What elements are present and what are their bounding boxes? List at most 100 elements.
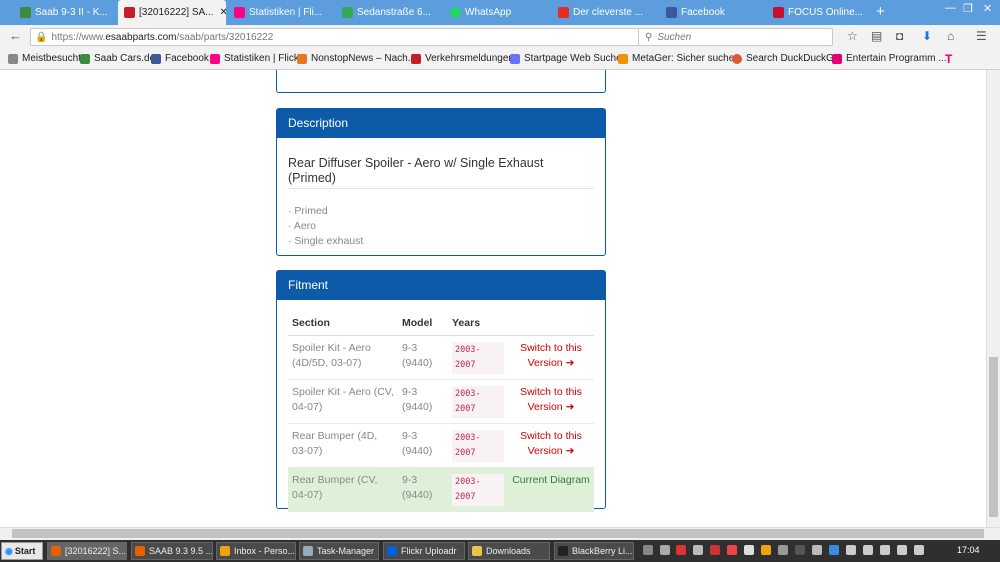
part-title: Rear Diffuser Spoiler - Aero w/ Single E… <box>288 156 594 189</box>
outlook-icon[interactable] <box>761 545 771 555</box>
flag-icon <box>80 53 90 64</box>
taskbar-item[interactable]: BlackBerry Li... <box>554 542 634 560</box>
browser-tab[interactable]: Saab 9-3 II - K... <box>14 2 114 23</box>
traffic-icon <box>411 53 421 64</box>
reading-list-icon[interactable]: ▤ <box>871 29 882 43</box>
network-icon[interactable] <box>812 545 822 555</box>
download-icon[interactable]: ⬇ <box>922 29 932 43</box>
fitment-table: Section Model Years Spoiler Kit - Aero (… <box>288 313 594 512</box>
start-label: Start <box>14 546 36 556</box>
url-bar[interactable]: 🔒 https://www. esaabparts.com/saab/parts/… <box>30 28 640 46</box>
column-header: Years <box>448 313 508 336</box>
close-tab-icon[interactable]: ✕ <box>214 7 226 18</box>
flickr-icon <box>210 53 220 64</box>
bookmark-label: Startpage Web Suchen <box>524 53 628 64</box>
bookmark-item[interactable]: Search DuckDuckGo <box>732 53 839 64</box>
taskbar-item[interactable]: Flickr Uploadr <box>383 542 465 560</box>
system-tray <box>640 545 940 557</box>
browser-tab[interactable]: Der cleverste ... <box>552 2 657 23</box>
focus-icon <box>773 7 784 18</box>
bookmark-item[interactable]: Entertain Programm ... <box>832 53 947 64</box>
close-window-icon[interactable]: ✕ <box>983 2 992 15</box>
bookmark-item[interactable]: Meistbesucht <box>8 53 81 64</box>
column-header: Model <box>398 313 448 336</box>
start-button[interactable]: ◉ Start <box>1 542 43 560</box>
new-tab-icon[interactable]: + <box>876 3 885 20</box>
browser-tab-active[interactable]: [32016222] SA... ✕ <box>118 0 226 25</box>
browser-tab[interactable]: Statistiken | Fli... <box>228 2 333 23</box>
taskbar-item[interactable]: SAAB 9.3 9.5 ... <box>131 542 213 560</box>
bookmark-item[interactable]: MetaGer: Sicher suche... <box>618 53 743 64</box>
telekom-icon[interactable]: T <box>945 52 952 66</box>
switch-version-link[interactable]: Switch to this Version ➜ <box>508 423 594 468</box>
page-content: Description Rear Diffuser Spoiler - Aero… <box>0 70 986 527</box>
bookmark-item[interactable]: Verkehrsmeldungen <box>411 53 514 64</box>
antivirus-icon[interactable] <box>676 545 686 555</box>
metager-icon <box>618 53 628 64</box>
years-code: 2003-2007 <box>452 342 504 374</box>
horizontal-scroll-thumb[interactable] <box>12 529 984 538</box>
taskbar-item[interactable]: Task-Manager <box>299 542 379 560</box>
blackberry-icon[interactable] <box>795 545 805 555</box>
bookmark-label: Meistbesucht <box>22 53 81 64</box>
tray-icon[interactable] <box>727 545 737 555</box>
search-input[interactable]: ⚲ Suchen <box>638 28 833 46</box>
tray-icon[interactable] <box>643 545 653 555</box>
tray-icon[interactable] <box>880 545 890 555</box>
tray-icon[interactable] <box>710 545 720 555</box>
previous-panel-bottom <box>276 70 606 93</box>
tab-label: Der cleverste ... <box>573 7 644 18</box>
fitment-panel: Fitment Section Model Years Spoiler Kit … <box>276 270 606 512</box>
taskbar-item[interactable]: Inbox - Perso... <box>216 542 296 560</box>
bookmark-item[interactable]: Facebook <box>151 53 209 64</box>
taskbar-item[interactable]: Downloads <box>468 542 550 560</box>
table-row: Spoiler Kit - Aero (4D/5D, 03-07) 9-3 (9… <box>288 335 594 380</box>
browser-tab[interactable]: Facebook <box>660 2 765 23</box>
tray-icon[interactable] <box>744 545 754 555</box>
switch-version-link[interactable]: Switch to this Version ➜ <box>508 335 594 380</box>
years-cell: 2003-2007 <box>448 379 508 424</box>
tab-label: WhatsApp <box>465 7 512 18</box>
firefox-icon <box>135 546 145 556</box>
clock[interactable]: 17:04 <box>957 545 980 555</box>
taskbar-label: BlackBerry Li... <box>572 546 633 556</box>
pocket-icon[interactable]: ◘ <box>896 29 903 43</box>
tab-label: Sedanstraße 6... <box>357 7 431 18</box>
flag-icon[interactable] <box>863 545 873 555</box>
browser-tab[interactable]: FOCUS Online... <box>767 2 872 23</box>
menu-icon[interactable]: ☰ <box>976 29 987 43</box>
back-icon[interactable]: ← <box>9 28 22 43</box>
bookmark-label: Saab Cars.de <box>94 53 156 64</box>
maximize-icon[interactable]: ❐ <box>963 2 973 15</box>
column-header: Section <box>288 313 398 336</box>
tray-icon[interactable] <box>778 545 788 555</box>
vertical-scroll-thumb[interactable] <box>989 357 998 517</box>
speaker-icon[interactable] <box>693 545 703 555</box>
browser-tab[interactable]: WhatsApp <box>444 2 549 23</box>
minimize-icon[interactable]: — <box>945 2 956 14</box>
url-prefix: https://www. <box>51 31 106 43</box>
bookmark-item[interactable]: Startpage Web Suchen <box>510 53 627 64</box>
bookmark-item[interactable]: Statistiken | Flickr <box>210 53 302 64</box>
years-cell: 2003-2007 <box>448 423 508 468</box>
tray-icon[interactable] <box>897 545 907 555</box>
star-icon[interactable]: ☆ <box>847 29 858 43</box>
flickr-icon <box>234 7 245 18</box>
saab-icon <box>124 7 135 18</box>
bookmark-item[interactable]: Saab Cars.de <box>80 53 155 64</box>
years-code: 2003-2007 <box>452 430 504 462</box>
lock-icon: 🔒 <box>35 31 48 43</box>
bookmark-label: MetaGer: Sicher suche... <box>632 53 743 64</box>
current-diagram-label: Current Diagram <box>508 467 594 512</box>
bookmark-item[interactable]: NonstopNews – Nach... <box>297 53 416 64</box>
tray-icon[interactable] <box>660 545 670 555</box>
taskbar-item[interactable]: [32016222] S... <box>47 542 127 560</box>
description-heading: Description <box>277 109 605 138</box>
tray-icon[interactable] <box>829 545 839 555</box>
browser-tab[interactable]: Sedanstraße 6... <box>336 2 441 23</box>
tray-icon[interactable] <box>846 545 856 555</box>
switch-version-link[interactable]: Switch to this Version ➜ <box>508 379 594 424</box>
bookmark-label: NonstopNews – Nach... <box>311 53 417 64</box>
home-icon[interactable]: ⌂ <box>947 29 954 43</box>
speaker-icon[interactable] <box>914 545 924 555</box>
